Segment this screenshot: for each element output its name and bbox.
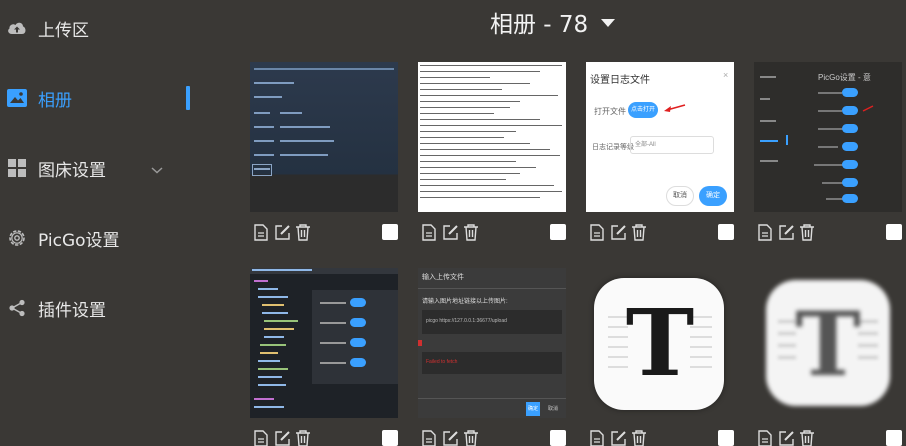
delete-icon[interactable] [798, 429, 816, 446]
gallery-icon [7, 88, 27, 108]
thumb-button: 取消 [548, 406, 559, 412]
sidebar-item-label: PicGo设置 [38, 230, 120, 251]
select-checkbox[interactable] [382, 430, 398, 446]
copy-link-icon[interactable] [588, 223, 606, 241]
delete-icon[interactable] [630, 429, 648, 446]
image-actions [588, 428, 648, 446]
select-checkbox[interactable] [718, 430, 734, 446]
copy-link-icon[interactable] [756, 223, 774, 241]
select-checkbox[interactable] [886, 224, 902, 240]
edit-icon[interactable] [273, 429, 291, 446]
select-checkbox[interactable] [718, 224, 734, 240]
sidebar: 上传区 相册 图床设置 PicGo设置 插件设置 [0, 0, 200, 446]
typora-glyph: T [795, 292, 861, 396]
image-thumbnail[interactable]: PicGo设置 - 意 [754, 62, 902, 212]
edit-icon[interactable] [273, 223, 291, 241]
delete-icon[interactable] [294, 223, 312, 241]
copy-link-icon[interactable] [252, 429, 270, 446]
sidebar-item-gallery[interactable]: 相册 [0, 78, 200, 118]
typora-glyph: T [625, 289, 695, 397]
grid-icon [7, 158, 27, 178]
copy-link-icon[interactable] [588, 429, 606, 446]
image-thumbnail[interactable]: 输入上传文件 请输入图片地址链接以上传图片: picgo https://127… [418, 268, 566, 418]
edit-icon[interactable] [441, 223, 459, 241]
select-checkbox[interactable] [550, 430, 566, 446]
edit-icon[interactable] [777, 223, 795, 241]
gallery-header[interactable]: 相册 - 78 [490, 6, 616, 38]
delete-icon[interactable] [294, 429, 312, 446]
chevron-down-icon [150, 160, 164, 179]
image-actions [756, 428, 816, 446]
select-checkbox[interactable] [550, 224, 566, 240]
image-actions [420, 222, 480, 242]
image-thumbnail[interactable] [418, 62, 566, 212]
copy-link-icon[interactable] [420, 429, 438, 446]
copy-link-icon[interactable] [420, 223, 438, 241]
thumb-button: 确定 [699, 186, 727, 206]
delete-icon[interactable] [462, 429, 480, 446]
delete-icon[interactable] [630, 223, 648, 241]
active-indicator [186, 86, 190, 110]
caret-down-icon[interactable] [600, 13, 616, 32]
image-thumbnail[interactable] [250, 62, 398, 212]
image-thumbnail[interactable]: T [754, 268, 902, 418]
sidebar-item-label: 图床设置 [38, 160, 106, 181]
image-thumbnail[interactable] [250, 268, 398, 418]
thumb-label: 打开文件 [594, 107, 626, 116]
select-checkbox[interactable] [382, 224, 398, 240]
thumb-dialog-title: 设置日志文件 [590, 75, 650, 86]
image-thumbnail[interactable]: 设置日志文件 × 打开文件 点击打开 日志记录等级 全部-All 取消 确定 [586, 62, 734, 212]
cloud-upload-icon [7, 18, 27, 38]
thumb-text: picgo https://127.0.0.1:36677/upload [426, 318, 507, 324]
edit-icon[interactable] [777, 429, 795, 446]
edit-icon[interactable] [609, 429, 627, 446]
thumb-select: 全部-All [630, 136, 714, 154]
page-title: 相册 - 78 [490, 12, 589, 38]
copy-link-icon[interactable] [756, 429, 774, 446]
thumb-title: 输入上传文件 [422, 274, 464, 281]
delete-icon[interactable] [462, 223, 480, 241]
edit-icon[interactable] [441, 429, 459, 446]
image-thumbnail[interactable]: T [586, 268, 734, 418]
gear-icon [7, 228, 27, 248]
thumb-button: 确定 [526, 402, 540, 416]
thumb-close-icon: × [723, 70, 729, 80]
image-actions [252, 428, 312, 446]
image-actions [420, 428, 480, 446]
sidebar-item-upload[interactable]: 上传区 [0, 8, 200, 48]
sidebar-item-plugin-settings[interactable]: 插件设置 [0, 288, 200, 328]
delete-icon[interactable] [798, 223, 816, 241]
arrow-icon [664, 104, 686, 112]
thumb-title: PicGo设置 - 意 [818, 73, 871, 82]
image-actions [252, 222, 312, 242]
sidebar-item-picbed-settings[interactable]: 图床设置 [0, 148, 200, 188]
image-actions [588, 222, 648, 242]
edit-icon[interactable] [609, 223, 627, 241]
sidebar-item-label: 相册 [38, 90, 72, 111]
sidebar-item-picgo-settings[interactable]: PicGo设置 [0, 218, 200, 258]
thumb-button: 点击打开 [628, 102, 658, 118]
sidebar-item-label: 插件设置 [38, 300, 106, 321]
thumb-subtitle: 请输入图片地址链接以上传图片: [422, 299, 508, 305]
select-checkbox[interactable] [886, 430, 902, 446]
thumb-button: 取消 [666, 186, 694, 206]
thumb-error: Failed to fetch [426, 359, 458, 365]
sidebar-item-label: 上传区 [38, 20, 89, 41]
image-actions [756, 222, 816, 242]
arrow-icon [862, 105, 874, 112]
copy-link-icon[interactable] [252, 223, 270, 241]
share-icon [7, 298, 27, 318]
thumb-label: 日志记录等级 [592, 144, 634, 151]
